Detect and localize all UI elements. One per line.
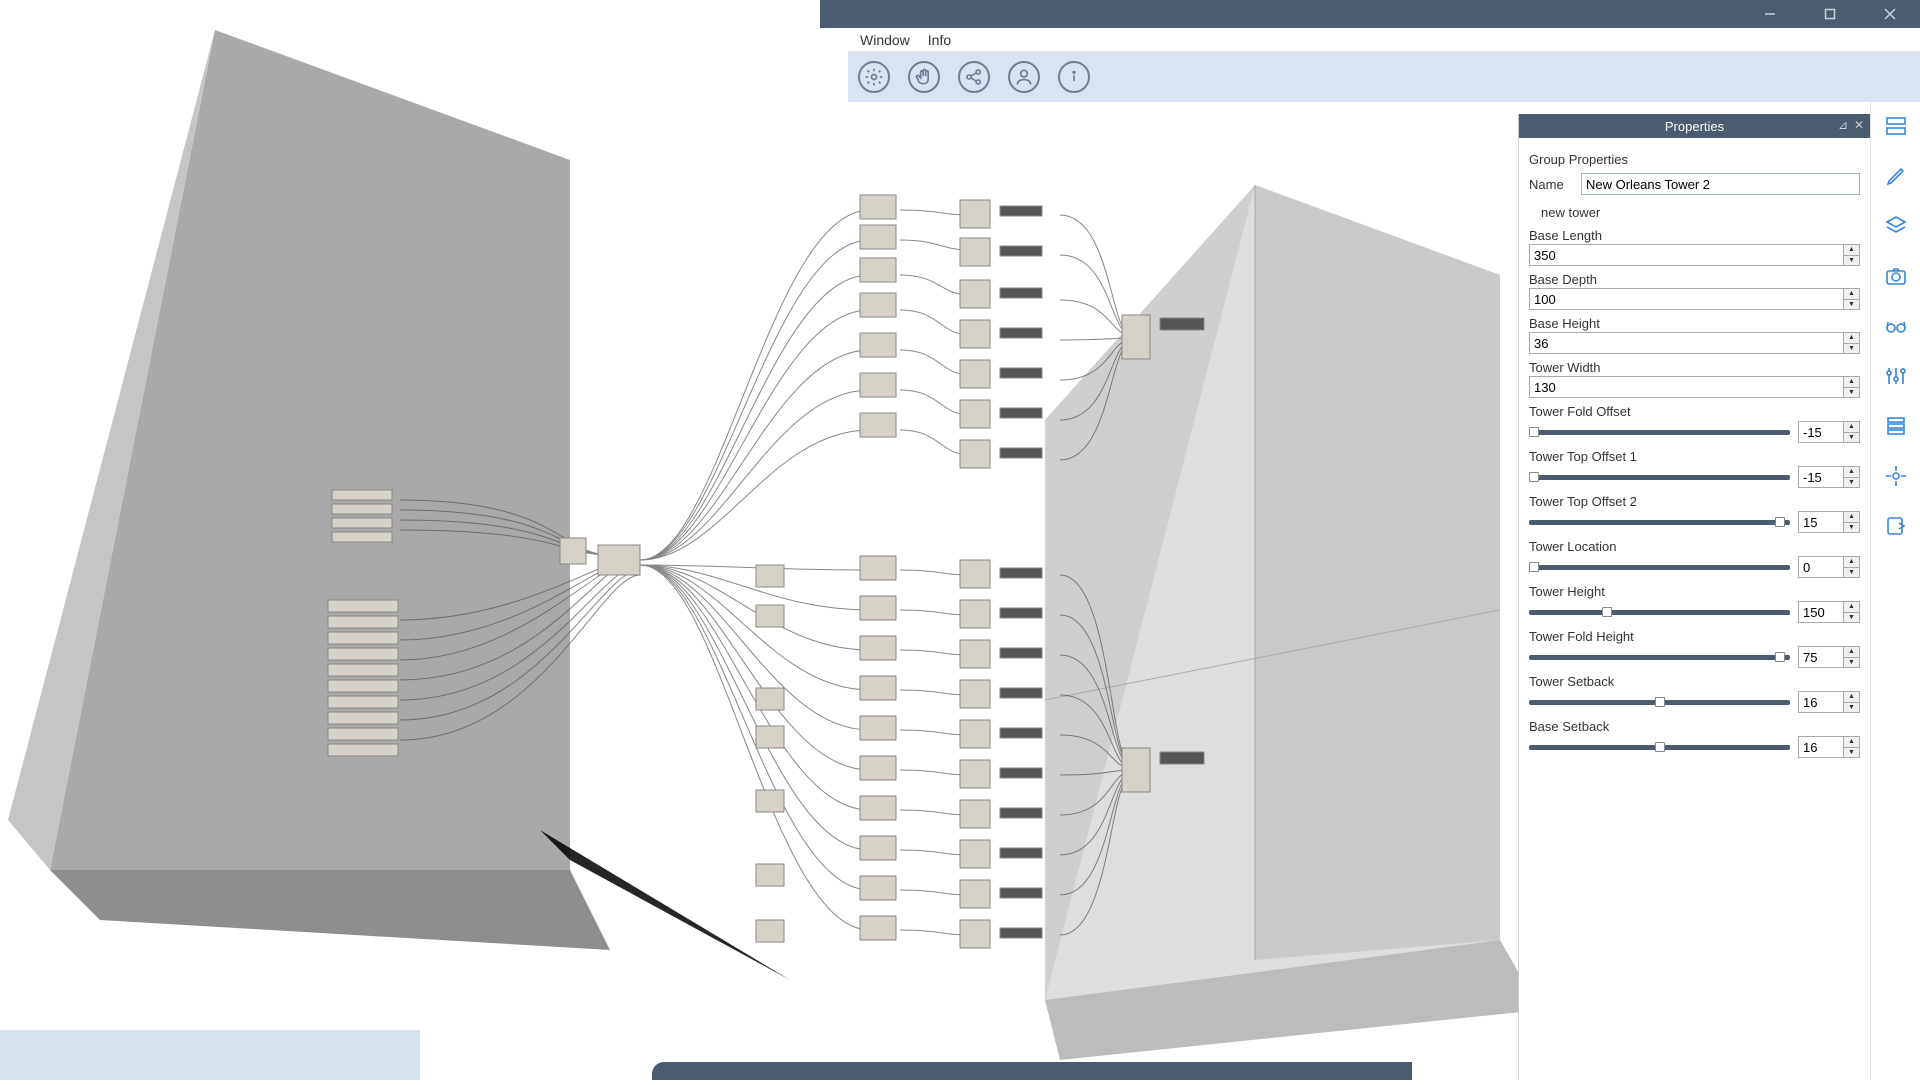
- sliders-icon[interactable]: [1882, 362, 1910, 390]
- property-label: Tower Fold Height: [1529, 629, 1860, 644]
- property-label: Tower Location: [1529, 539, 1860, 554]
- tower-geometry-right: [1045, 185, 1540, 1060]
- name-label: Name: [1529, 177, 1573, 192]
- toolbar: [848, 52, 1920, 102]
- layers-icon[interactable]: [1882, 212, 1910, 240]
- property-input[interactable]: [1798, 736, 1844, 758]
- subtitle: new tower: [1541, 205, 1600, 220]
- property-slider[interactable]: [1529, 696, 1790, 708]
- property-label: Base Length: [1529, 228, 1860, 243]
- property-slider[interactable]: [1529, 426, 1790, 438]
- spinner[interactable]: ▲▼: [1844, 736, 1860, 758]
- menubar: Window Info: [848, 28, 1920, 52]
- export-icon[interactable]: [1882, 512, 1910, 540]
- property-label: Tower Top Offset 2: [1529, 494, 1860, 509]
- properties-title-text: Properties: [1665, 119, 1724, 134]
- menu-window[interactable]: Window: [860, 32, 910, 48]
- property-input[interactable]: [1529, 332, 1844, 354]
- glasses-icon[interactable]: [1882, 312, 1910, 340]
- properties-panel-title: Properties ⊿ ✕: [1519, 114, 1870, 138]
- window-titlebar: [820, 0, 1920, 28]
- window-close-button[interactable]: [1860, 0, 1920, 28]
- spinner[interactable]: ▲▼: [1844, 332, 1860, 354]
- spinner[interactable]: ▲▼: [1844, 601, 1860, 623]
- property-input[interactable]: [1798, 691, 1844, 713]
- pin-icon[interactable]: ⊿: [1838, 118, 1848, 132]
- pencil-icon[interactable]: [1882, 162, 1910, 190]
- property-label: Base Depth: [1529, 272, 1860, 287]
- menu-info[interactable]: Info: [928, 32, 951, 48]
- property-label: Tower Height: [1529, 584, 1860, 599]
- property-slider[interactable]: [1529, 606, 1790, 618]
- property-label: Base Setback: [1529, 719, 1860, 734]
- side-tool-palette: [1870, 102, 1920, 1080]
- property-label: Tower Fold Offset: [1529, 404, 1860, 419]
- property-label: Tower Setback: [1529, 674, 1860, 689]
- spinner[interactable]: ▲▼: [1844, 691, 1860, 713]
- window-minimize-button[interactable]: [1740, 0, 1800, 28]
- share-icon[interactable]: [958, 61, 990, 93]
- info-icon[interactable]: [1058, 61, 1090, 93]
- property-input[interactable]: [1798, 511, 1844, 533]
- spinner[interactable]: ▲▼: [1844, 556, 1860, 578]
- gear-icon[interactable]: [858, 61, 890, 93]
- property-input[interactable]: [1798, 466, 1844, 488]
- property-input[interactable]: [1529, 288, 1844, 310]
- stack-icon[interactable]: [1882, 412, 1910, 440]
- hand-icon[interactable]: [908, 61, 940, 93]
- property-slider[interactable]: [1529, 516, 1790, 528]
- property-input[interactable]: [1798, 601, 1844, 623]
- group-properties-label: Group Properties: [1529, 152, 1860, 167]
- name-input[interactable]: [1581, 173, 1860, 195]
- property-slider[interactable]: [1529, 561, 1790, 573]
- spinner[interactable]: ▲▼: [1844, 421, 1860, 443]
- property-slider[interactable]: [1529, 741, 1790, 753]
- tower-geometry-left: [8, 30, 790, 980]
- property-input[interactable]: [1529, 244, 1844, 266]
- panel-icon[interactable]: [1882, 112, 1910, 140]
- property-label: Tower Width: [1529, 360, 1860, 375]
- property-input[interactable]: [1798, 421, 1844, 443]
- spinner[interactable]: ▲▼: [1844, 376, 1860, 398]
- properties-panel: Properties ⊿ ✕ Group Properties Name new…: [1518, 114, 1870, 1080]
- property-slider[interactable]: [1529, 471, 1790, 483]
- spinner[interactable]: ▲▼: [1844, 511, 1860, 533]
- property-input[interactable]: [1798, 646, 1844, 668]
- ground-plane: [0, 1030, 420, 1080]
- property-label: Tower Top Offset 1: [1529, 449, 1860, 464]
- spinner[interactable]: ▲▼: [1844, 646, 1860, 668]
- person-icon[interactable]: [1008, 61, 1040, 93]
- spinner[interactable]: ▲▼: [1844, 244, 1860, 266]
- property-slider[interactable]: [1529, 651, 1790, 663]
- property-input[interactable]: [1529, 376, 1844, 398]
- camera-icon[interactable]: [1882, 262, 1910, 290]
- spinner[interactable]: ▲▼: [1844, 466, 1860, 488]
- property-input[interactable]: [1798, 556, 1844, 578]
- status-bar: [652, 1062, 1412, 1080]
- window-maximize-button[interactable]: [1800, 0, 1860, 28]
- target-icon[interactable]: [1882, 462, 1910, 490]
- property-label: Base Height: [1529, 316, 1860, 331]
- close-icon[interactable]: ✕: [1854, 118, 1864, 132]
- spinner[interactable]: ▲▼: [1844, 288, 1860, 310]
